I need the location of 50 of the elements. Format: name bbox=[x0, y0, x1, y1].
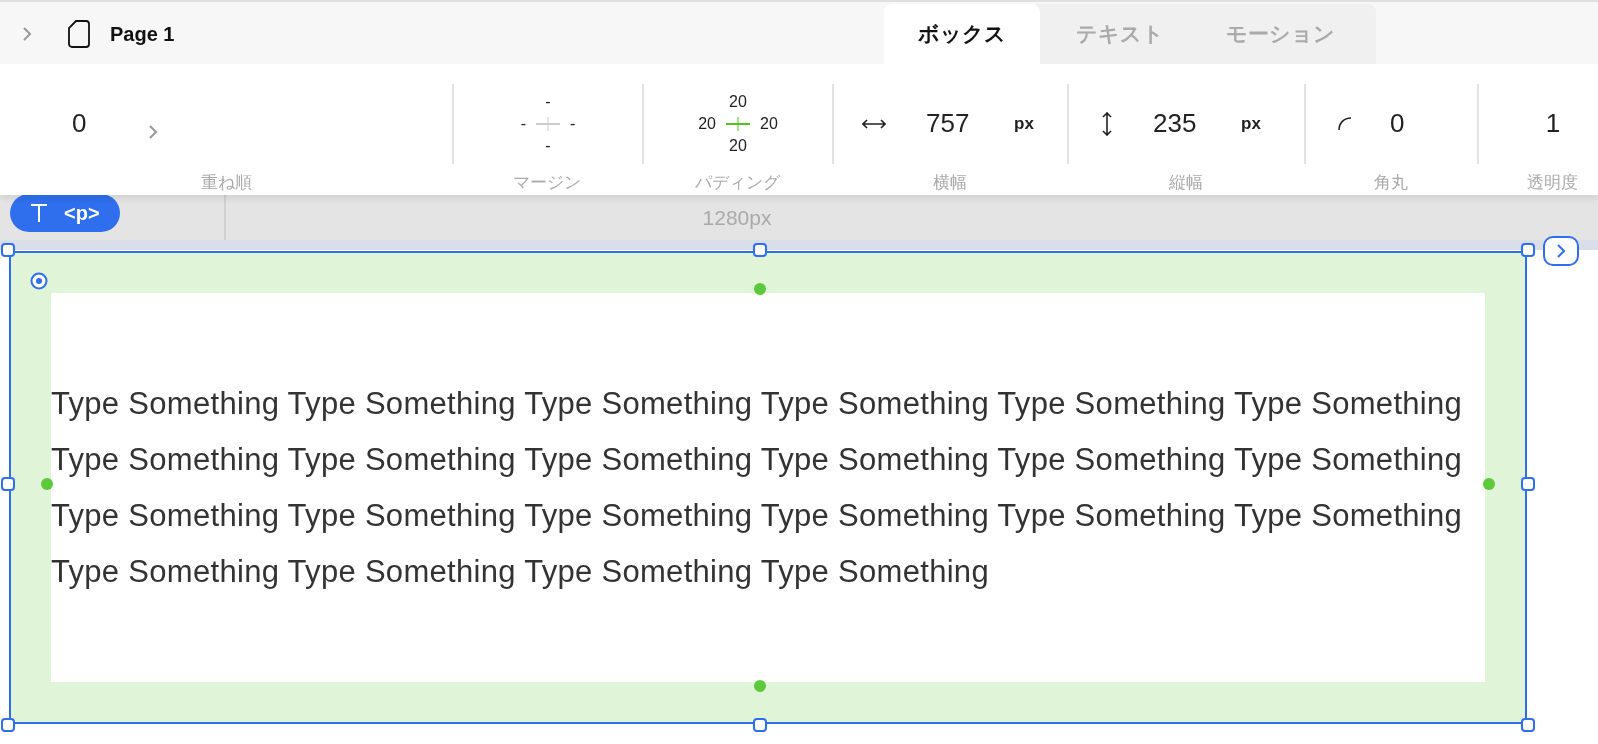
selected-box[interactable] bbox=[9, 251, 1527, 724]
resize-handle[interactable] bbox=[1, 243, 15, 257]
radius-value[interactable]: 0 bbox=[1390, 104, 1405, 144]
spacing-control[interactable]: - - - - bbox=[520, 90, 576, 157]
property-label: 重ね順 bbox=[200, 171, 252, 194]
left-value: 20 bbox=[698, 113, 716, 134]
corner-radius-icon bbox=[1338, 116, 1352, 131]
size-value[interactable]: 757 bbox=[926, 104, 1006, 144]
bottom-value: 20 bbox=[729, 135, 747, 156]
property-label: 縦幅 bbox=[1168, 171, 1203, 194]
vertical-arrows-icon bbox=[1101, 111, 1113, 136]
cross-icon bbox=[534, 115, 562, 132]
property-label: 角丸 bbox=[1373, 171, 1408, 194]
chevron-right-icon[interactable] bbox=[22, 26, 32, 42]
element-tag-badge[interactable]: <p> bbox=[10, 194, 120, 232]
property-label: マージン bbox=[513, 171, 581, 194]
chevron-right-icon[interactable] bbox=[148, 123, 159, 140]
right-value: 20 bbox=[760, 113, 778, 134]
resize-handle[interactable] bbox=[1521, 718, 1535, 732]
resize-handle[interactable] bbox=[753, 243, 767, 257]
resize-handle[interactable] bbox=[1, 477, 15, 491]
unit-label[interactable]: px bbox=[1241, 111, 1261, 137]
resize-handle[interactable] bbox=[753, 718, 767, 732]
top-value: 20 bbox=[729, 91, 747, 112]
spacing-control[interactable]: 20 20 20 20 bbox=[698, 90, 778, 157]
property-label: パディング bbox=[694, 171, 780, 194]
cross-icon bbox=[724, 115, 752, 132]
text-icon bbox=[30, 203, 48, 223]
bottom-value: - bbox=[545, 135, 551, 156]
anchor-icon[interactable] bbox=[30, 272, 48, 290]
right-value: - bbox=[570, 113, 576, 134]
tab[interactable]: ボックス bbox=[884, 4, 1040, 64]
property-label: 横幅 bbox=[932, 171, 967, 194]
resize-handle[interactable] bbox=[1521, 243, 1535, 257]
horizontal-arrows-icon bbox=[862, 117, 886, 130]
expand-button[interactable] bbox=[1543, 236, 1579, 266]
resize-handle[interactable] bbox=[1, 718, 15, 732]
left-value: - bbox=[520, 113, 526, 134]
page-icon bbox=[68, 20, 90, 48]
chevron-right-icon bbox=[1557, 244, 1565, 258]
property-label: 透明度 bbox=[1526, 171, 1578, 194]
opacity-value[interactable]: 1 bbox=[1545, 104, 1561, 144]
unit-label[interactable]: px bbox=[1014, 111, 1034, 137]
page-title: Page 1 bbox=[110, 22, 175, 47]
resize-handle[interactable] bbox=[1521, 477, 1535, 491]
size-value[interactable]: 235 bbox=[1153, 104, 1233, 144]
stack-value[interactable]: 0 bbox=[72, 104, 87, 144]
top-value: - bbox=[545, 91, 551, 112]
tag-label: <p> bbox=[64, 201, 100, 226]
ruler-width-label: 1280px bbox=[702, 204, 772, 231]
